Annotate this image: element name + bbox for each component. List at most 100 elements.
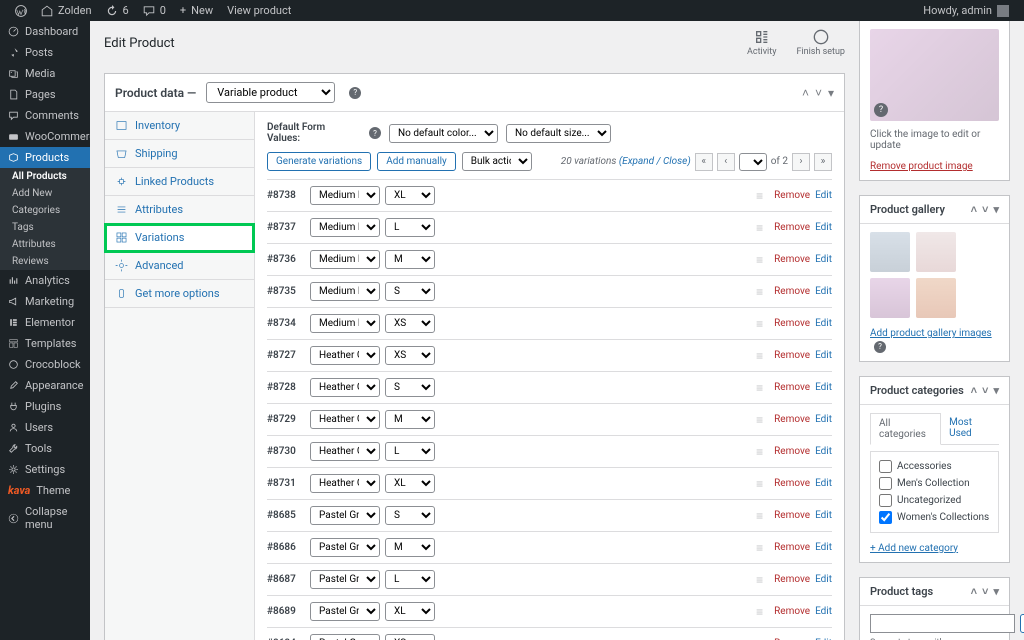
variation-size-select[interactable]: M (385, 538, 435, 557)
generate-variations-button[interactable]: Generate variations (267, 152, 371, 171)
variation-size-select[interactable]: L (385, 570, 435, 589)
edit-variation-link[interactable]: Edit (815, 414, 832, 425)
variation-color-select[interactable]: Pastel Grey (310, 538, 380, 557)
remove-variation-link[interactable]: Remove (774, 350, 810, 361)
help-icon[interactable]: ? (874, 341, 886, 353)
sidebar-item-crocoblock[interactable]: Crocoblock (0, 354, 90, 375)
drag-handle-icon[interactable]: ≡ (756, 637, 763, 640)
edit-variation-link[interactable]: Edit (815, 446, 832, 457)
variation-color-select[interactable]: Heather Grey (310, 474, 380, 493)
remove-image-link[interactable]: Remove product image (870, 161, 973, 172)
widget-up-icon[interactable]: ˄ (971, 585, 977, 598)
product-tab-variations[interactable]: Variations (105, 224, 254, 252)
panel-up-icon[interactable]: ˄ (802, 86, 809, 100)
product-tab-shipping[interactable]: Shipping (105, 140, 254, 168)
category-checkbox[interactable] (879, 477, 892, 490)
category-item[interactable]: Uncategorized (879, 492, 990, 509)
add-tag-button[interactable]: Add (1020, 614, 1024, 633)
panel-down-icon[interactable]: ˅ (815, 86, 822, 100)
drag-handle-icon[interactable]: ≡ (756, 413, 763, 427)
drag-handle-icon[interactable]: ≡ (756, 253, 763, 267)
category-item[interactable]: Women's Collections (879, 509, 990, 526)
widget-down-icon[interactable]: ˅ (982, 585, 988, 598)
updates-link[interactable]: 6 (99, 4, 136, 17)
variation-color-select[interactable]: Medium Brown (310, 282, 380, 301)
edit-variation-link[interactable]: Edit (815, 318, 832, 329)
pager-next[interactable]: › (792, 153, 810, 171)
edit-variation-link[interactable]: Edit (815, 542, 832, 553)
sidebar-item-woocommerce[interactable]: WooCommerce (0, 126, 90, 147)
drag-handle-icon[interactable]: ≡ (756, 317, 763, 331)
edit-variation-link[interactable]: Edit (815, 382, 832, 393)
tab-most-used[interactable]: Most Used (941, 413, 999, 444)
sidebar-sub-add-new[interactable]: Add New (0, 185, 90, 202)
variation-size-select[interactable]: S (385, 282, 435, 301)
edit-variation-link[interactable]: Edit (815, 254, 832, 265)
pager-page-select[interactable]: 1 (739, 153, 767, 171)
sidebar-sub-attributes[interactable]: Attributes (0, 236, 90, 253)
sidebar-sub-categories[interactable]: Categories (0, 202, 90, 219)
category-checkbox[interactable] (879, 511, 892, 524)
remove-variation-link[interactable]: Remove (774, 478, 810, 489)
variation-size-select[interactable]: XS (385, 314, 435, 333)
remove-variation-link[interactable]: Remove (774, 382, 810, 393)
sidebar-item-theme[interactable]: kava Theme (0, 480, 90, 501)
bulk-actions-select[interactable]: Bulk actions (462, 152, 532, 171)
expand-close-link[interactable]: (Expand / Close) (619, 156, 691, 167)
sidebar-item-marketing[interactable]: Marketing (0, 291, 90, 312)
add-gallery-link[interactable]: Add product gallery images (870, 328, 992, 339)
gallery-thumb[interactable] (916, 278, 956, 318)
product-tab-linked-products[interactable]: Linked Products (105, 168, 254, 196)
pager-prev[interactable]: ‹ (717, 153, 735, 171)
edit-variation-link[interactable]: Edit (815, 478, 832, 489)
variation-size-select[interactable]: S (385, 506, 435, 525)
widget-up-icon[interactable]: ˄ (971, 384, 977, 397)
variation-size-select[interactable]: XS (385, 346, 435, 365)
remove-variation-link[interactable]: Remove (774, 606, 810, 617)
variation-color-select[interactable]: Medium Brown (310, 218, 380, 237)
gallery-thumb[interactable] (916, 232, 956, 272)
drag-handle-icon[interactable]: ≡ (756, 221, 763, 235)
sidebar-sub-reviews[interactable]: Reviews (0, 253, 90, 270)
product-tab-attributes[interactable]: Attributes (105, 196, 254, 224)
remove-variation-link[interactable]: Remove (774, 254, 810, 265)
edit-variation-link[interactable]: Edit (815, 606, 832, 617)
tag-input[interactable] (870, 614, 1015, 633)
view-product-link[interactable]: View product (220, 4, 298, 17)
help-icon[interactable]: ? (349, 87, 361, 99)
category-item[interactable]: Accessories (879, 458, 990, 475)
variation-color-select[interactable]: Medium Brown (310, 314, 380, 333)
remove-variation-link[interactable]: Remove (774, 446, 810, 457)
sidebar-item-elementor[interactable]: Elementor (0, 312, 90, 333)
drag-handle-icon[interactable]: ≡ (756, 381, 763, 395)
site-link[interactable]: Zolden (34, 4, 99, 17)
sidebar-item-products[interactable]: Products (0, 147, 90, 168)
edit-variation-link[interactable]: Edit (815, 286, 832, 297)
pager-last[interactable]: » (814, 153, 832, 171)
drag-handle-icon[interactable]: ≡ (756, 509, 763, 523)
new-link[interactable]: +New (173, 4, 220, 17)
sidebar-item-templates[interactable]: Templates (0, 333, 90, 354)
remove-variation-link[interactable]: Remove (774, 286, 810, 297)
variation-color-select[interactable]: Medium Brown (310, 250, 380, 269)
default-color-select[interactable]: No default color... (389, 124, 498, 143)
add-manually-button[interactable]: Add manually (377, 152, 456, 171)
edit-variation-link[interactable]: Edit (815, 350, 832, 361)
finish-setup-link[interactable]: Finish setup (796, 29, 845, 57)
panel-toggle-icon[interactable]: ▾ (828, 86, 834, 100)
gallery-thumb[interactable] (870, 278, 910, 318)
widget-down-icon[interactable]: ˅ (982, 203, 988, 216)
category-checkbox[interactable] (879, 494, 892, 507)
variation-size-select[interactable]: XL (385, 474, 435, 493)
add-category-link[interactable]: + Add new category (870, 543, 958, 554)
variation-color-select[interactable]: Pastel Grey (310, 634, 380, 640)
remove-variation-link[interactable]: Remove (774, 574, 810, 585)
variation-color-select[interactable]: Pastel Grey (310, 506, 380, 525)
product-tab-advanced[interactable]: Advanced (105, 252, 254, 280)
drag-handle-icon[interactable]: ≡ (756, 285, 763, 299)
collapse-menu[interactable]: Collapse menu (0, 501, 90, 535)
product-image[interactable]: ? (870, 29, 999, 121)
sidebar-item-plugins[interactable]: Plugins (0, 396, 90, 417)
sidebar-item-settings[interactable]: Settings (0, 459, 90, 480)
drag-handle-icon[interactable]: ≡ (756, 477, 763, 491)
